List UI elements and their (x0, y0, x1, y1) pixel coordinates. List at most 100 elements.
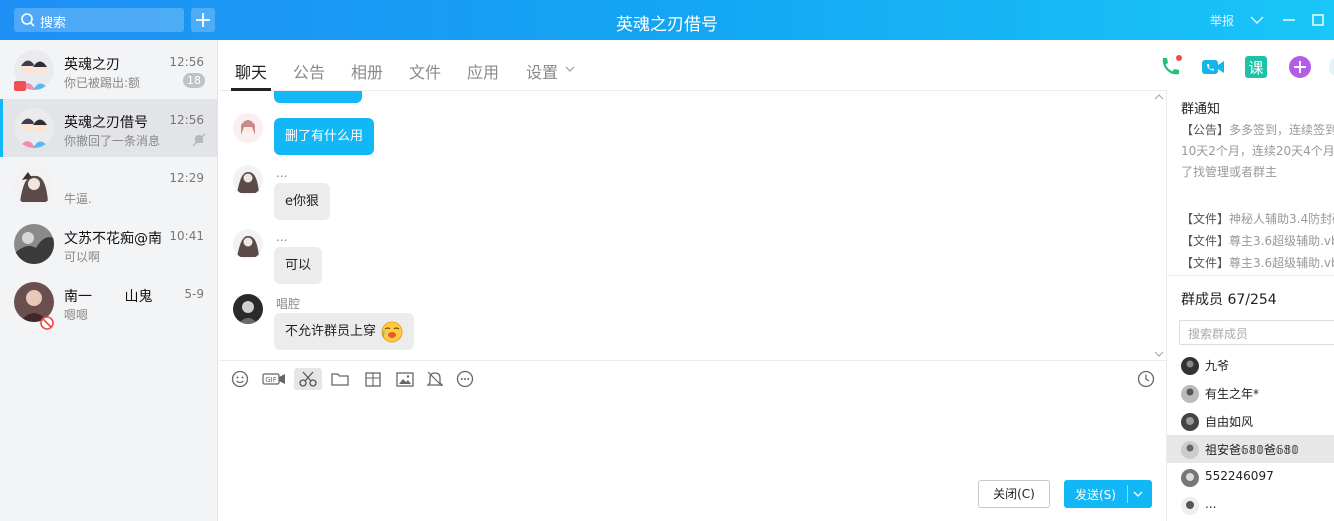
group-notice-title: 群通知 (1181, 102, 1221, 117)
group-file-item[interactable]: 【文件】尊主3.6超级辅助.vbe (1181, 254, 1334, 271)
image-gallery-icon[interactable] (362, 368, 384, 390)
close-button[interactable]: 关闭(C) (978, 480, 1050, 508)
member-avatar (1181, 497, 1199, 515)
svg-text:GIF: GIF (265, 376, 277, 384)
minimize-icon[interactable] (1279, 10, 1299, 30)
scroll-down-icon[interactable] (1154, 350, 1164, 358)
chat-area: 聊天 公告 相册 文件 应用 设置 课 删了有什么用 ... e你狠 ... 可… (219, 40, 1334, 521)
message-bubble[interactable]: e你狠 (274, 183, 330, 220)
message-bubble[interactable]: 删了有什么用 (274, 118, 375, 155)
user-avatar-image (14, 224, 54, 264)
message-input[interactable] (219, 397, 1166, 472)
file-tag: 【文件】 (1181, 256, 1230, 270)
gif-icon[interactable]: GIF (261, 368, 287, 390)
conversation-item-active[interactable]: 英魂之刃借号 你撤回了一条消息 12:56 (0, 99, 218, 157)
group-file-item[interactable]: 【文件】神秘人辅助3.4防封破解版 (1181, 210, 1334, 227)
create-button[interactable] (191, 8, 215, 32)
chat-tabs: 聊天 公告 相册 文件 应用 设置 课 (219, 40, 1334, 91)
tab-album[interactable]: 相册 (351, 59, 383, 83)
scroll-up-icon[interactable] (1154, 93, 1164, 101)
unread-badge: 18 (183, 73, 205, 88)
emoji-icon[interactable] (229, 368, 251, 390)
member-name: 九爷 (1205, 359, 1230, 373)
maximize-icon[interactable] (1308, 10, 1328, 30)
chevron-down-icon[interactable] (565, 64, 575, 74)
message-bubble[interactable]: 可以 (274, 247, 323, 284)
video-call-icon[interactable] (1200, 54, 1226, 80)
conversation-item[interactable]: 文苏不花痴@南 可以啊 10:41 (0, 215, 218, 273)
conversation-time: 12:56 (169, 55, 204, 69)
file-tag: 【文件】 (1181, 234, 1230, 248)
profile-icon[interactable] (1327, 54, 1334, 80)
sender-avatar-image (233, 294, 263, 324)
conversation-name: 英魂之刃借号 (64, 115, 148, 131)
title-bar: 搜索 英魂之刃借号 举报 (0, 0, 1334, 40)
conversation-name: 英魂之刃 (64, 57, 120, 73)
tab-apps[interactable]: 应用 (467, 59, 499, 83)
tab-chat[interactable]: 聊天 (235, 59, 267, 83)
qq-chat-window: 搜索 英魂之刃借号 举报 英魂之刃 你已被踢出:额 12:56 18 英魂之刃借… (0, 0, 1334, 521)
shake-bell-icon[interactable] (424, 368, 446, 390)
conversation-time: 5-9 (184, 287, 204, 301)
chevron-down-icon[interactable] (1247, 10, 1267, 30)
group-info-panel: 群通知 【公告】多多签到，连续签到可获取管理员，连续签到10天2个月，连续20天… (1166, 90, 1334, 521)
member-name: 自由如风 (1205, 415, 1254, 429)
tab-announcements[interactable]: 公告 (293, 59, 325, 83)
input-toolbar: GIF (219, 361, 1166, 397)
sender-avatar (233, 294, 263, 324)
send-button-label: 发送(S) (1075, 488, 1116, 502)
conversation-time: 12:56 (169, 113, 204, 127)
sender-avatar (233, 165, 263, 195)
sender-avatar-image (233, 113, 263, 143)
tab-files[interactable]: 文件 (409, 59, 441, 83)
chevron-down-icon[interactable] (1132, 489, 1144, 499)
folder-icon[interactable] (329, 368, 351, 390)
sender-name: 唱腔 (276, 297, 301, 311)
member-item[interactable]: 有生之年* (1167, 379, 1334, 407)
member-avatar (1181, 469, 1199, 487)
mute-bell-icon (192, 133, 206, 147)
member-item[interactable]: 九爷 (1167, 351, 1334, 379)
member-item[interactable]: 祖安爸𝟞𝟠𝟘爸𝟞𝟠𝟘 (1167, 435, 1334, 463)
more-options-icon[interactable] (454, 368, 476, 390)
file-name: 神秘人辅助3.4防封破解版 (1229, 212, 1334, 226)
group-type-badge (14, 81, 26, 91)
voice-call-icon[interactable] (1157, 54, 1183, 80)
conversation-item[interactable]: 英魂之刃 你已被踢出:额 12:56 18 (0, 41, 218, 99)
conversation-preview: 牛逼. (64, 192, 92, 206)
tab-settings[interactable]: 设置 (526, 59, 558, 83)
plus-icon (196, 13, 210, 27)
conversation-preview: 你已被踢出:额 (64, 76, 141, 90)
sender-name: ... (276, 166, 288, 180)
member-item[interactable]: ... (1167, 491, 1334, 519)
conversation-item[interactable]: 牛逼. 12:29 (0, 157, 218, 215)
member-name: 552246097 (1205, 469, 1274, 483)
screenshot-button[interactable] (294, 368, 322, 390)
member-name: ... (1205, 497, 1217, 511)
svg-text:课: 课 (1248, 59, 1263, 77)
group-avatar-icon (14, 108, 54, 148)
conversation-name: 文苏不花痴@南 (64, 231, 162, 247)
member-item[interactable]: 自由如风 (1167, 407, 1334, 435)
blocked-icon (40, 316, 54, 330)
lesson-icon[interactable]: 课 (1243, 54, 1269, 80)
member-item[interactable]: 552246097 (1167, 463, 1334, 491)
conversation-time: 10:41 (169, 229, 204, 243)
report-link[interactable]: 举报 (1210, 12, 1234, 29)
sender-avatar-image (233, 229, 263, 259)
member-search-input[interactable]: 搜索群成员 (1179, 320, 1334, 345)
divider (1167, 275, 1334, 276)
member-name: 有生之年* (1205, 387, 1260, 401)
conversation-item[interactable]: 南一 山鬼 嗯嗯 5-9 (0, 273, 218, 331)
image-icon[interactable] (394, 368, 416, 390)
send-button[interactable]: 发送(S) (1064, 480, 1152, 508)
conversation-preview: 可以啊 (64, 250, 101, 264)
group-file-item[interactable]: 【文件】尊主3.6超级辅助.vbe (1181, 232, 1334, 249)
search-box[interactable]: 搜索 (14, 8, 184, 32)
message-history-icon[interactable] (1136, 369, 1156, 389)
more-apps-icon[interactable] (1287, 54, 1313, 80)
sender-name: ... (276, 230, 288, 244)
message-bubble[interactable]: 不允许群员上穿 (274, 313, 415, 350)
announcement-tag: 【公告】 (1181, 123, 1230, 137)
group-announcement[interactable]: 【公告】多多签到，连续签到可获取管理员，连续签到10天2个月，连续20天4个月，… (1181, 120, 1334, 183)
